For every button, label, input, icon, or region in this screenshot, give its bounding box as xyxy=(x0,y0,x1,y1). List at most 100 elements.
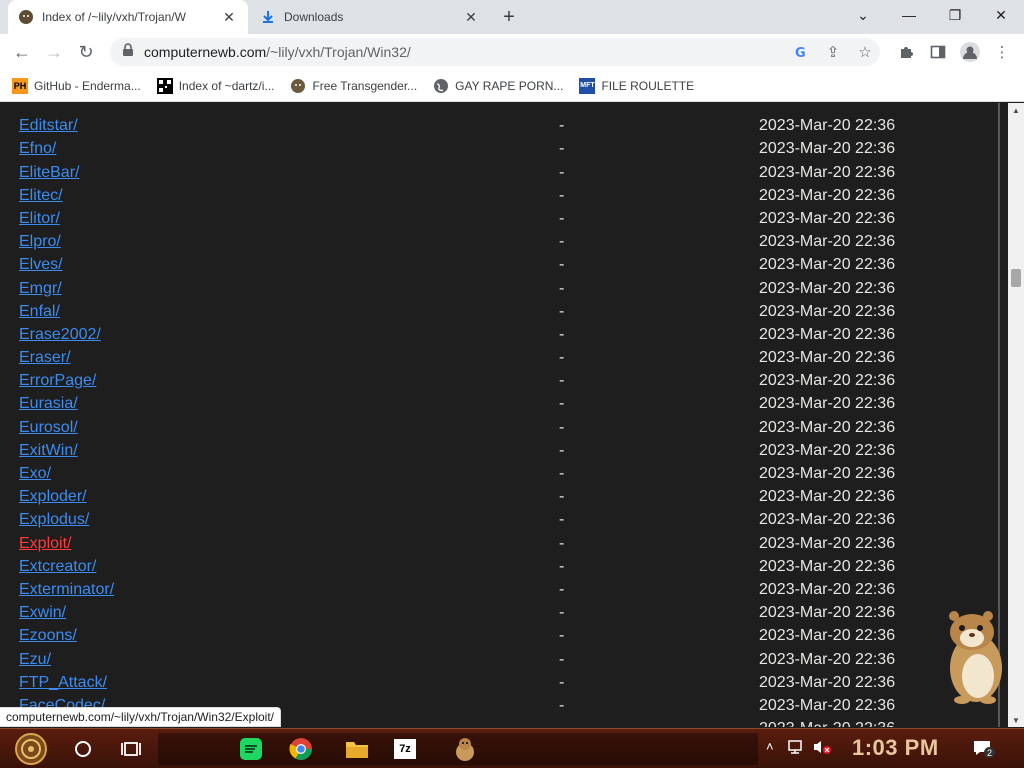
directory-link[interactable]: Elpro/ xyxy=(19,230,61,253)
forward-button[interactable]: → xyxy=(40,38,68,66)
size-cell: - xyxy=(559,256,565,274)
date-cell: 2023-Mar-20 22:36 xyxy=(759,395,896,413)
tab-search-chevron-icon[interactable]: ⌄ xyxy=(840,0,886,30)
bookmark-github[interactable]: PH GitHub - Enderma... xyxy=(12,77,141,94)
back-button[interactable]: ← xyxy=(8,38,36,66)
directory-link[interactable]: ErrorPage/ xyxy=(19,369,96,392)
directory-link[interactable]: Emgr/ xyxy=(19,277,62,300)
directory-link[interactable]: Enfal/ xyxy=(19,300,60,323)
date-cell: 2023-Mar-20 22:36 xyxy=(759,302,896,320)
scroll-thumb[interactable] xyxy=(1011,269,1021,287)
extensions-puzzle-icon[interactable] xyxy=(892,38,920,66)
7zip-icon[interactable]: 7z xyxy=(388,733,422,765)
directory-link[interactable]: Editstar/ xyxy=(19,114,78,137)
scroll-down-icon[interactable]: ▼ xyxy=(1008,713,1024,727)
taskbar-clock[interactable]: 1:03 PM xyxy=(852,735,939,761)
date-cell: 2023-Mar-20 22:36 xyxy=(759,349,896,367)
table-row: Exwin/ - 2023-Mar-20 22:36 xyxy=(19,601,999,624)
restore-button[interactable]: ❐ xyxy=(932,0,978,30)
bookmark-index-dartz[interactable]: Index of ~dartz/i... xyxy=(156,77,274,94)
table-row: Efno/ - 2023-Mar-20 22:36 xyxy=(19,137,999,160)
close-icon[interactable]: ✕ xyxy=(220,8,238,26)
search-circle-icon[interactable] xyxy=(66,733,100,765)
scroll-up-icon[interactable]: ▲ xyxy=(1008,103,1024,117)
tray-chevron-icon[interactable]: ˄ xyxy=(766,739,774,754)
tab-index-of[interactable]: Index of /~lily/vxh/Trojan/W ✕ xyxy=(8,0,248,34)
bookmark-star-icon[interactable]: ☆ xyxy=(854,38,876,66)
date-cell: 2023-Mar-20 22:36 xyxy=(759,418,896,436)
directory-link[interactable]: Exploit/ xyxy=(19,532,71,555)
reload-button[interactable]: ↻ xyxy=(72,38,100,66)
share-icon[interactable]: ⇪ xyxy=(822,38,844,66)
close-window-button[interactable]: ✕ xyxy=(978,0,1024,30)
directory-link[interactable]: Elves/ xyxy=(19,253,63,276)
directory-link[interactable]: Eraser/ xyxy=(19,346,71,369)
date-cell: 2023-Mar-20 22:36 xyxy=(759,186,896,204)
size-cell: - xyxy=(559,186,565,204)
table-row: Exploder/ - 2023-Mar-20 22:36 xyxy=(19,485,999,508)
lock-icon[interactable] xyxy=(122,42,134,62)
date-cell: 2023-Mar-20 22:36 xyxy=(759,627,896,645)
directory-link[interactable]: Exterminator/ xyxy=(19,578,114,601)
directory-link[interactable]: Ezu/ xyxy=(19,648,51,671)
directory-link[interactable]: Efno/ xyxy=(19,137,56,160)
directory-link[interactable]: FTP_Attack/ xyxy=(19,671,107,694)
browser-toolbar: ← → ↻ computernewb.com/~lily/vxh/Trojan/… xyxy=(0,34,1024,70)
table-row: Elitec/ - 2023-Mar-20 22:36 xyxy=(19,184,999,207)
file-explorer-icon[interactable] xyxy=(340,733,374,765)
table-row: Explodus/ - 2023-Mar-20 22:36 xyxy=(19,508,999,531)
start-button[interactable] xyxy=(14,733,48,765)
size-cell: - xyxy=(559,117,565,135)
url-text: computernewb.com/~lily/vxh/Trojan/Win32/ xyxy=(144,44,411,60)
hamster-icon[interactable] xyxy=(448,733,482,765)
side-panel-icon[interactable] xyxy=(924,38,952,66)
directory-link[interactable]: Elitor/ xyxy=(19,207,60,230)
new-tab-button[interactable]: + xyxy=(498,6,520,28)
table-row: Extcreator/ - 2023-Mar-20 22:36 xyxy=(19,555,999,578)
task-view-icon[interactable] xyxy=(114,733,148,765)
table-row: Exterminator/ - 2023-Mar-20 22:36 xyxy=(19,578,999,601)
date-cell: 2023-Mar-20 22:36 xyxy=(759,233,896,251)
google-icon[interactable]: G xyxy=(790,38,812,66)
doge-favicon-icon xyxy=(18,9,34,25)
directory-link[interactable]: Eurasia/ xyxy=(19,392,78,415)
directory-link[interactable]: Explodus/ xyxy=(19,508,89,531)
directory-link[interactable]: Exo/ xyxy=(19,462,51,485)
address-bar[interactable]: computernewb.com/~lily/vxh/Trojan/Win32/… xyxy=(110,38,880,66)
chrome-icon[interactable] xyxy=(284,733,318,765)
date-cell: 2023-Mar-20 22:36 xyxy=(759,696,896,714)
tab-downloads[interactable]: Downloads ✕ xyxy=(250,0,490,34)
bookmark-free-transgender[interactable]: Free Transgender... xyxy=(290,78,417,94)
directory-link[interactable]: Extcreator/ xyxy=(19,555,96,578)
bookmark-file-roulette[interactable]: MFT FILE ROULETTE xyxy=(579,77,694,94)
size-cell: - xyxy=(559,233,565,251)
date-cell: 2023-Mar-20 22:36 xyxy=(759,372,896,390)
profile-avatar-icon[interactable] xyxy=(956,38,984,66)
minimize-button[interactable]: — xyxy=(886,0,932,30)
table-row: Enfal/ - 2023-Mar-20 22:36 xyxy=(19,300,999,323)
link-status-bar: computernewb.com/~lily/vxh/Trojan/Win32/… xyxy=(0,707,281,727)
directory-link[interactable]: Elitec/ xyxy=(19,184,63,207)
svg-text:G: G xyxy=(795,46,806,59)
directory-link[interactable]: Eurosol/ xyxy=(19,416,78,439)
directory-link[interactable]: Erase2002/ xyxy=(19,323,101,346)
size-cell: - xyxy=(559,511,565,529)
date-cell: 2023-Mar-20 22:36 xyxy=(759,488,896,506)
page-content: Editstar/ - 2023-Mar-20 22:36 Efno/ - 2023-Ma… xyxy=(0,103,1008,727)
directory-link[interactable]: Ezoons/ xyxy=(19,624,77,647)
directory-link[interactable]: EliteBar/ xyxy=(19,161,79,184)
vertical-scrollbar[interactable]: ▲ ▼ xyxy=(1008,103,1024,727)
directory-link[interactable]: Exploder/ xyxy=(19,485,87,508)
tab-strip: Index of /~lily/vxh/Trojan/W ✕ Downloads… xyxy=(0,0,1024,34)
bookmark-gay-rape[interactable]: GAY RAPE PORN... xyxy=(433,78,563,94)
date-cell: 2023-Mar-20 22:36 xyxy=(759,163,896,181)
spotify-icon[interactable] xyxy=(234,733,268,765)
network-icon[interactable] xyxy=(788,739,806,758)
directory-link[interactable]: ExitWin/ xyxy=(19,439,78,462)
table-row: Ezu/ - 2023-Mar-20 22:36 xyxy=(19,648,999,671)
volume-muted-icon[interactable] xyxy=(812,739,832,758)
close-icon[interactable]: ✕ xyxy=(462,8,480,26)
table-row: Editstar/ - 2023-Mar-20 22:36 xyxy=(19,114,999,137)
directory-link[interactable]: Exwin/ xyxy=(19,601,66,624)
menu-kebab-icon[interactable]: ⋮ xyxy=(988,38,1016,66)
